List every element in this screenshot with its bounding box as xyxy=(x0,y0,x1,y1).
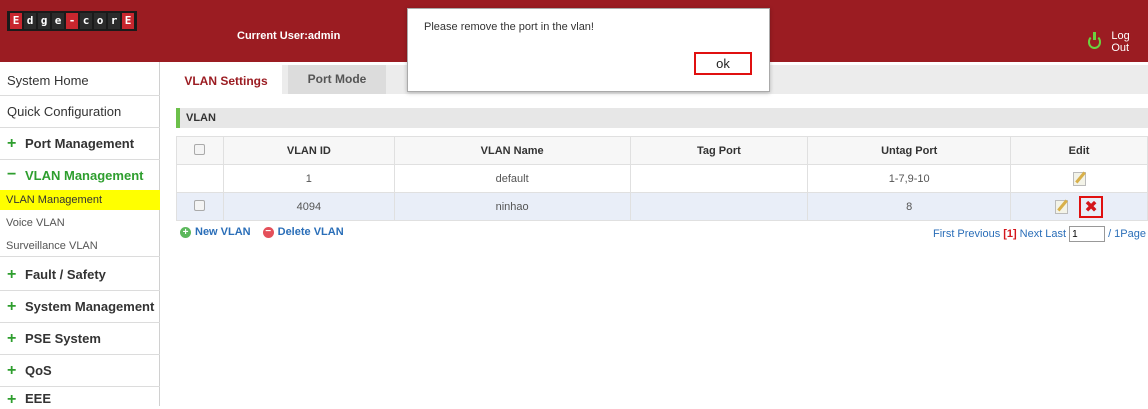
select-all-checkbox[interactable] xyxy=(194,143,206,155)
previous-page-link[interactable]: Previous xyxy=(957,228,1000,240)
alert-dialog: Please remove the port in the vlan! ok xyxy=(407,8,770,92)
logo-letter: - xyxy=(66,13,78,29)
sidebar-item-label: QoS xyxy=(25,363,52,378)
sidebar-item-system-management[interactable]: + System Management xyxy=(0,291,160,323)
expand-icon: + xyxy=(7,361,17,379)
table-row: 4094 ninhao 8 ✖ xyxy=(176,192,1148,221)
new-vlan-label: New VLAN xyxy=(195,226,251,238)
edit-cell: ✖ xyxy=(1010,192,1148,221)
sidebar-item-label: System Home xyxy=(7,73,89,88)
select-all-cell xyxy=(176,136,224,165)
sidebar-subitem-vlan-management[interactable]: VLAN Management xyxy=(0,190,160,210)
vlan-id-cell: 4094 xyxy=(222,192,395,221)
tab-vlan-settings[interactable]: VLAN Settings xyxy=(170,65,282,94)
delete-row-button[interactable]: ✖ xyxy=(1079,195,1103,218)
sidebar-subitem-surveillance-vlan[interactable]: Surveillance VLAN xyxy=(0,235,160,257)
expand-icon: + xyxy=(7,297,17,315)
last-page-link[interactable]: Last xyxy=(1045,228,1066,240)
table-header-row: VLAN ID VLAN Name Tag Port Untag Port Ed… xyxy=(176,136,1148,165)
delete-vlan-label: Delete VLAN xyxy=(277,226,344,238)
logo-letter: E xyxy=(10,13,22,29)
sidebar-item-port-management[interactable]: + Port Management xyxy=(0,128,160,160)
logo-letter: c xyxy=(80,13,92,29)
vlan-name-cell: ninhao xyxy=(393,192,631,221)
sidebar: System Home Quick Configuration + Port M… xyxy=(0,62,160,408)
row-checkbox[interactable] xyxy=(194,199,206,211)
column-header: VLAN ID xyxy=(222,136,395,165)
vlan-id-cell: 1 xyxy=(222,164,395,193)
column-header: Tag Port xyxy=(629,136,809,165)
logo-letter: r xyxy=(108,13,120,29)
logo-letter: e xyxy=(52,13,64,29)
row-select-cell xyxy=(176,192,224,221)
table-row: 1 default 1-7,9-10 xyxy=(176,164,1148,193)
add-circle-icon: + xyxy=(180,226,191,238)
sidebar-item-label: Port Management xyxy=(25,136,135,151)
section-title: VLAN xyxy=(176,108,1148,128)
sidebar-item-label: Fault / Safety xyxy=(25,267,106,282)
page-number-input[interactable] xyxy=(1069,226,1106,242)
edgecore-logo: E d g e - c o r E xyxy=(7,11,137,31)
row-select-cell xyxy=(176,164,224,193)
sidebar-item-pse-system[interactable]: + PSE System xyxy=(0,323,160,355)
column-header: Edit xyxy=(1010,136,1148,165)
edit-icon[interactable] xyxy=(1072,171,1086,186)
column-header: VLAN Name xyxy=(393,136,631,165)
untag-port-cell: 1-7,9-10 xyxy=(807,164,1012,193)
sidebar-subitem-label: VLAN Management xyxy=(6,194,102,206)
tag-port-cell xyxy=(629,164,809,193)
sidebar-item-vlan-management[interactable]: − VLAN Management xyxy=(0,160,160,190)
edit-icon[interactable] xyxy=(1055,199,1069,214)
sidebar-item-system-home[interactable]: System Home xyxy=(0,66,160,96)
logo-letter: E xyxy=(122,13,134,29)
tab-port-mode[interactable]: Port Mode xyxy=(288,65,386,94)
sidebar-item-quick-configuration[interactable]: Quick Configuration xyxy=(0,96,160,128)
vlan-table: VLAN ID VLAN Name Tag Port Untag Port Ed… xyxy=(176,136,1148,221)
column-header: Untag Port xyxy=(807,136,1012,165)
new-vlan-button[interactable]: + New VLAN xyxy=(180,226,251,238)
ok-button[interactable]: ok xyxy=(694,52,752,75)
current-user-label: Current User:admin xyxy=(237,30,341,42)
next-page-link[interactable]: Next xyxy=(1020,228,1043,240)
untag-port-cell: 8 xyxy=(807,192,1012,221)
logout-label: Log Out xyxy=(1111,30,1130,54)
edit-cell xyxy=(1010,164,1148,193)
sidebar-item-label: Quick Configuration xyxy=(7,104,122,119)
sidebar-item-qos[interactable]: + QoS xyxy=(0,355,160,387)
alert-message: Please remove the port in the vlan! xyxy=(424,21,594,33)
expand-icon: + xyxy=(7,134,17,152)
sidebar-subitem-label: Surveillance VLAN xyxy=(6,239,98,252)
first-page-link[interactable]: First xyxy=(933,228,954,240)
sidebar-item-label: EEE xyxy=(25,391,52,406)
sidebar-subitem-voice-vlan[interactable]: Voice VLAN xyxy=(0,212,160,234)
tag-port-cell xyxy=(629,192,809,221)
logo-letter: o xyxy=(94,13,106,29)
sidebar-item-fault-safety[interactable]: + Fault / Safety xyxy=(0,259,160,291)
power-icon xyxy=(1088,32,1102,49)
remove-circle-icon: − xyxy=(262,226,274,238)
logo-letter: d xyxy=(24,13,36,29)
delete-vlan-button[interactable]: − Delete VLAN xyxy=(262,226,344,238)
sidebar-item-eee[interactable]: + EEE xyxy=(0,387,160,408)
logo-letter: g xyxy=(38,13,50,29)
sidebar-subitem-label: Voice VLAN xyxy=(6,217,65,229)
current-page-indicator: [1] xyxy=(1003,228,1017,240)
sidebar-item-label: System Management xyxy=(25,299,155,314)
pagination: First Previous [1] Next Last / 1Page xyxy=(933,226,1146,242)
total-pages-label: / 1Page xyxy=(1108,228,1146,240)
logout-button[interactable]: Log Out xyxy=(1088,30,1148,54)
collapse-icon: − xyxy=(7,166,17,183)
expand-icon: + xyxy=(7,329,17,347)
expand-icon: + xyxy=(7,391,17,408)
sidebar-item-label: PSE System xyxy=(25,331,101,346)
expand-icon: + xyxy=(7,265,17,283)
sidebar-item-label: VLAN Management xyxy=(25,167,144,183)
vlan-name-cell: default xyxy=(393,164,631,193)
table-actions: + New VLAN − Delete VLAN xyxy=(180,226,344,238)
delete-x-icon: ✖ xyxy=(1084,196,1098,216)
